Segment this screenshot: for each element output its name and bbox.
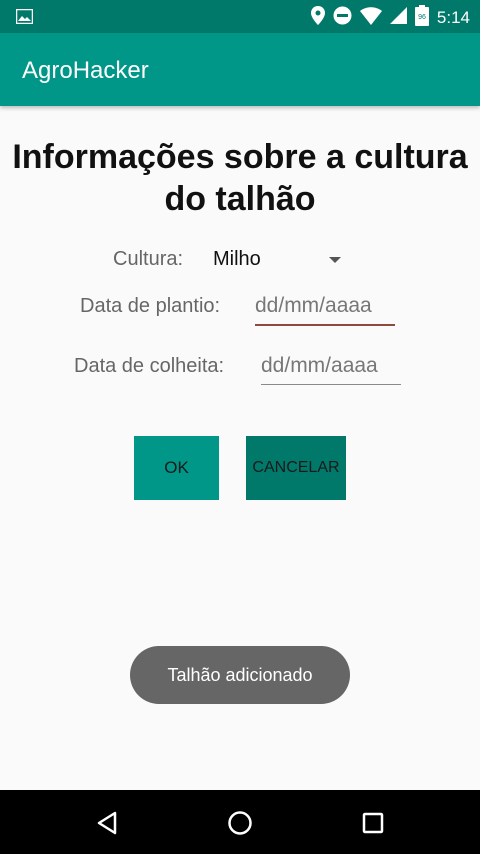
- page-title: Informações sobre a cultura do talhão: [0, 136, 480, 220]
- page-title-line-1: Informações sobre a cultura: [12, 138, 468, 176]
- image-notification-icon: [15, 8, 34, 29]
- home-icon[interactable]: [225, 808, 255, 838]
- dropdown-arrow-icon[interactable]: [329, 257, 341, 263]
- wifi-icon: [359, 6, 382, 30]
- cultura-label: Cultura:: [113, 248, 184, 270]
- app-bar: AgroHacker: [0, 33, 480, 106]
- status-time: 5:14: [436, 8, 470, 27]
- navigation-bar: [0, 790, 480, 854]
- colheita-label: Data de colheita:: [74, 355, 225, 377]
- status-bar: 96 5:14: [0, 0, 480, 33]
- recents-icon[interactable]: [358, 808, 388, 838]
- plantio-date-field[interactable]: dd/mm/aaaa: [255, 294, 395, 326]
- cancel-button[interactable]: CANCELAR: [246, 436, 346, 500]
- cell-signal-icon: [389, 7, 407, 29]
- battery-level: 96: [418, 14, 426, 21]
- location-icon: [310, 6, 325, 30]
- cultura-spinner-value[interactable]: Milho: [213, 248, 261, 271]
- battery-icon: 96: [414, 5, 429, 31]
- colheita-date-field[interactable]: dd/mm/aaaa: [261, 354, 401, 385]
- toast-message: Talhão adicionado: [130, 646, 350, 704]
- app-title: AgroHacker: [22, 57, 149, 84]
- plantio-label: Data de plantio:: [80, 295, 221, 317]
- ok-button[interactable]: OK: [134, 436, 219, 500]
- page-title-line-2: do talhão: [164, 180, 316, 218]
- do-not-disturb-icon: [333, 6, 352, 30]
- back-icon[interactable]: [92, 808, 122, 838]
